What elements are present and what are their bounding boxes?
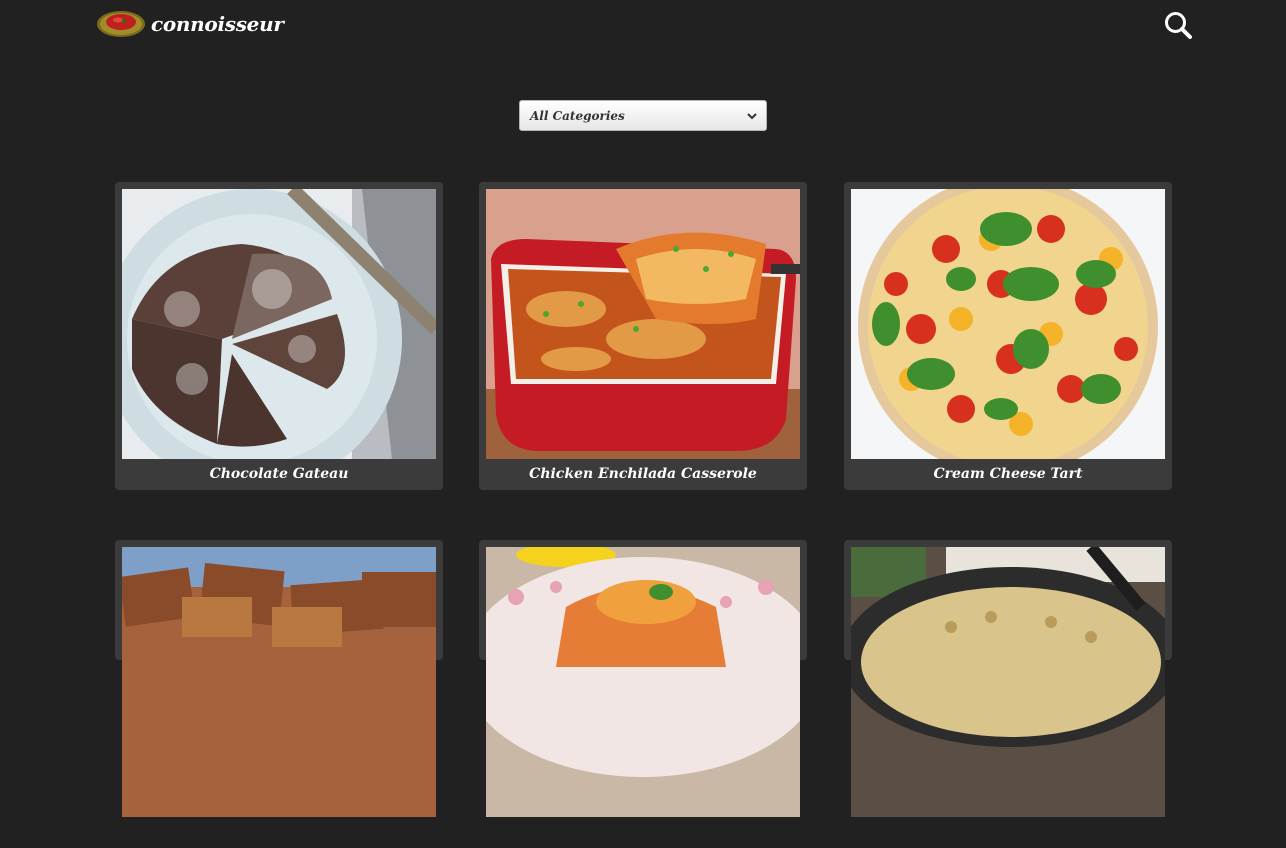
- recipe-card-6[interactable]: [844, 540, 1172, 817]
- recipe-card-4[interactable]: [115, 540, 443, 817]
- top-bar: connoisseur: [0, 0, 1286, 50]
- search-button[interactable]: [1163, 10, 1193, 40]
- recipe-photo: [122, 547, 436, 817]
- recipe-photo: [486, 189, 800, 459]
- category-select[interactable]: All Categories: [519, 100, 767, 131]
- recipe-title: Chocolate Gateau: [209, 466, 349, 482]
- recipe-title: Cream Cheese Tart: [933, 466, 1083, 482]
- recipe-title: Chicken Enchilada Casserole: [529, 466, 757, 482]
- search-icon: [1165, 12, 1192, 39]
- recipe-photo: [122, 189, 436, 459]
- brand-name: connoisseur: [151, 12, 284, 36]
- category-select-value: All Categories: [530, 108, 625, 123]
- recipe-card-chicken-enchilada-casserole[interactable]: Chicken Enchilada Casserole: [479, 182, 807, 490]
- recipe-title: [122, 817, 436, 848]
- recipe-title: [486, 817, 800, 848]
- brand-logo[interactable]: connoisseur: [96, 9, 284, 39]
- chevron-down-icon: [747, 113, 757, 120]
- plate-logo-icon: [97, 11, 145, 37]
- recipe-title: [851, 817, 1165, 848]
- recipe-card-cream-cheese-tart[interactable]: Cream Cheese Tart: [844, 182, 1172, 490]
- recipe-card-chocolate-gateau[interactable]: Chocolate Gateau: [115, 182, 443, 490]
- recipe-photo: [851, 547, 1165, 817]
- recipe-photo: [486, 547, 800, 817]
- recipe-photo: [851, 189, 1165, 459]
- recipe-card-5[interactable]: [479, 540, 807, 817]
